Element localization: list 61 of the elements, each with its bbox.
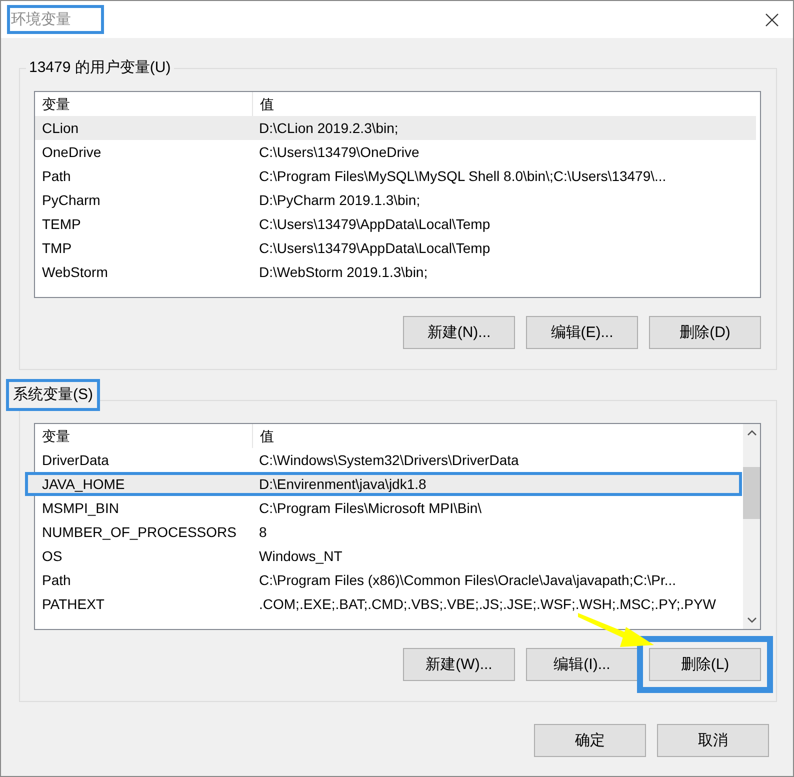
variable-value: D:\WebStorm 2019.1.3\bin; [258, 263, 428, 282]
dialog-button[interactable]: 编辑(I)... [526, 648, 638, 681]
variable-row[interactable]: TEMP C:\Users\13479\AppData\Local\Temp [35, 212, 756, 236]
dialog-button[interactable]: 编辑(E)... [526, 316, 638, 349]
dialog-button[interactable]: 删除(L) [649, 648, 761, 681]
variable-name: Path [41, 167, 72, 186]
scroll-up-icon[interactable] [746, 430, 756, 436]
variable-value: C:\Users\13479\AppData\Local\Temp [258, 239, 490, 258]
variable-name: DriverData [41, 451, 110, 470]
dialog-button[interactable]: 确定 [534, 724, 646, 757]
variable-value: Windows_NT [258, 547, 342, 566]
dialog-button[interactable]: 新建(N)... [403, 316, 515, 349]
variable-row[interactable]: TMP C:\Users\13479\AppData\Local\Temp [35, 236, 756, 260]
variable-row[interactable]: JAVA_HOME D:\Envirenment\java\jdk1.8 [25, 472, 742, 496]
variable-value: .COM;.EXE;.BAT;.CMD;.VBS;.VBE;.JS;.JSE;.WSF;.WSH;.MSC;.PY;.PYW [258, 595, 716, 614]
variable-name: MSMPI_BIN [41, 499, 120, 518]
variable-value: C:\Program Files\Microsoft MPI\Bin\ [258, 499, 482, 518]
dialog-button[interactable]: 新建(W)... [403, 648, 515, 681]
variable-name: JAVA_HOME [41, 475, 126, 494]
variable-name: NUMBER_OF_PROCESSORS [41, 523, 238, 542]
variable-value: 8 [258, 523, 267, 542]
scrollbar[interactable] [743, 424, 760, 629]
variable-row[interactable]: Path C:\Program Files\MySQL\MySQL Shell 8.0\bin\;C:\Users\13479\... [35, 164, 756, 188]
variable-value: D:\Envirenment\java\jdk1.8 [258, 475, 426, 494]
variable-row[interactable]: OneDrive C:\Users\13479\OneDrive [35, 140, 756, 164]
variable-value: C:\Users\13479\OneDrive [258, 143, 420, 162]
close-icon [765, 12, 779, 26]
variable-row[interactable]: PyCharm D:\PyCharm 2019.1.3\bin; [35, 188, 756, 212]
variable-row[interactable]: DriverData C:\Windows\System32\Drivers\DriverData [35, 448, 739, 472]
dialog-button[interactable]: 取消 [657, 724, 769, 757]
window-title: 环境变量 [11, 10, 71, 29]
variable-name: OS [41, 547, 64, 566]
variable-value: C:\Windows\System32\Drivers\DriverData [258, 451, 519, 470]
variable-row[interactable]: OS Windows_NT [35, 544, 739, 568]
column-header[interactable]: 值 [253, 92, 274, 116]
variable-name: Path [41, 571, 72, 590]
variable-row[interactable]: NUMBER_OF_PROCESSORS 8 [35, 520, 739, 544]
variable-name: OneDrive [41, 143, 102, 162]
variable-value: C:\Program Files\MySQL\MySQL Shell 8.0\bin\;C:\Users\13479\... [258, 167, 666, 186]
variable-row[interactable]: CLion D:\CLion 2019.2.3\bin; [35, 116, 756, 140]
variable-value: D:\CLion 2019.2.3\bin; [258, 119, 398, 138]
scrollbar-thumb[interactable] [743, 467, 760, 519]
group-label: 13479 的用户变量(U) [26, 58, 174, 78]
variable-name: CLion [41, 119, 80, 138]
dialog-button[interactable]: 删除(D) [649, 316, 761, 349]
variable-row[interactable]: Path C:\Program Files (x86)\Common Files\Oracle\Java\javapath;C:\Pr... [35, 568, 739, 592]
variable-row[interactable]: WebStorm D:\WebStorm 2019.1.3\bin; [35, 260, 756, 284]
column-header[interactable]: 变量 [35, 424, 253, 448]
scroll-down-icon[interactable] [746, 617, 756, 623]
variable-value: D:\PyCharm 2019.1.3\bin; [258, 191, 420, 210]
variable-name: PyCharm [41, 191, 102, 210]
variable-row[interactable]: PATHEXT .COM;.EXE;.BAT;.CMD;.VBS;.VBE;.JS;.JSE;.WSF;.WSH;.MSC;.PY;.PYW [35, 592, 739, 616]
variable-name: WebStorm [41, 263, 109, 282]
variable-name: TEMP [41, 215, 82, 234]
variable-value: C:\Program Files (x86)\Common Files\Oracle\Java\javapath;C:\Pr... [258, 571, 676, 590]
column-header[interactable]: 值 [253, 424, 274, 448]
variable-value: C:\Users\13479\AppData\Local\Temp [258, 215, 490, 234]
variable-row[interactable]: MSMPI_BIN C:\Program Files\Microsoft MPI\Bin\ [35, 496, 739, 520]
group-label: 系统变量(S) [13, 385, 93, 405]
variable-name: TMP [41, 239, 73, 258]
variable-name: PATHEXT [41, 595, 106, 614]
